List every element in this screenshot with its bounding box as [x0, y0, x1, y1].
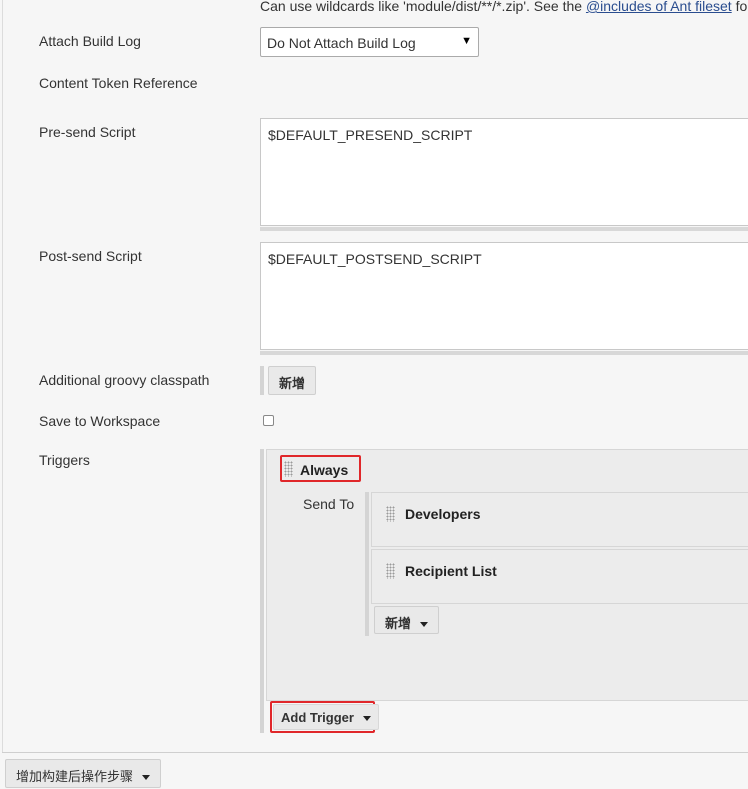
add-post-build-step-button[interactable]: 增加构建后操作步骤: [5, 759, 162, 788]
left-divider: [2, 0, 3, 752]
presend-script-label: Pre-send Script: [39, 124, 136, 140]
save-to-workspace-checkbox[interactable]: [263, 415, 274, 426]
attach-build-log-label: Attach Build Log: [39, 33, 141, 49]
add-recipient-button[interactable]: 新增: [374, 606, 440, 634]
send-to-bar: [365, 492, 369, 636]
recipient-developers: Developers: [405, 506, 481, 522]
recipient-recipient-list: Recipient List: [405, 563, 497, 579]
drag-handle-icon[interactable]: [284, 461, 293, 477]
attach-build-log-select[interactable]: Do Not Attach Build Log ▼: [260, 27, 479, 57]
postsend-resize-bar[interactable]: [260, 351, 748, 355]
triggers-label: Triggers: [39, 452, 90, 468]
ant-fileset-link[interactable]: @includes of Ant fileset: [586, 0, 732, 14]
postsend-script-label: Post-send Script: [39, 248, 142, 264]
postsend-script-textarea[interactable]: $DEFAULT_POSTSEND_SCRIPT: [260, 242, 748, 350]
groovy-classpath-label: Additional groovy classpath: [39, 372, 210, 388]
add-trigger-label: Add Trigger: [281, 710, 354, 725]
files-hint-suffix: fo: [731, 0, 748, 14]
trigger-name: Always: [300, 462, 349, 478]
files-hint: Can use wildcards like 'module/dist/**/*…: [260, 0, 747, 14]
content-token-reference-label: Content Token Reference: [39, 75, 198, 91]
section-divider: [2, 752, 748, 753]
add-recipient-label: 新增: [385, 616, 412, 631]
drag-handle-icon[interactable]: [386, 506, 395, 522]
drag-handle-icon[interactable]: [386, 563, 395, 579]
add-trigger-button[interactable]: Add Trigger: [273, 704, 379, 730]
save-to-workspace-label: Save to Workspace: [39, 413, 161, 429]
select-arrow-icon: ▼: [461, 35, 472, 47]
groovy-classpath-add-button[interactable]: 新增: [268, 366, 317, 395]
caret-down-icon: [362, 716, 371, 722]
send-to-label: Send To: [303, 496, 355, 512]
caret-down-icon: [142, 775, 151, 781]
attach-build-log-value: Do Not Attach Build Log: [267, 35, 416, 51]
presend-resize-bar[interactable]: [260, 227, 748, 231]
caret-down-icon: [420, 622, 429, 628]
files-hint-prefix: Can use wildcards like 'module/dist/**/*…: [260, 0, 586, 14]
add-post-build-step-label: 增加构建后操作步骤: [16, 769, 134, 784]
presend-script-textarea[interactable]: $DEFAULT_PRESEND_SCRIPT: [260, 118, 748, 226]
groovy-classpath-bar: [260, 366, 264, 395]
triggers-bar: [260, 449, 264, 733]
